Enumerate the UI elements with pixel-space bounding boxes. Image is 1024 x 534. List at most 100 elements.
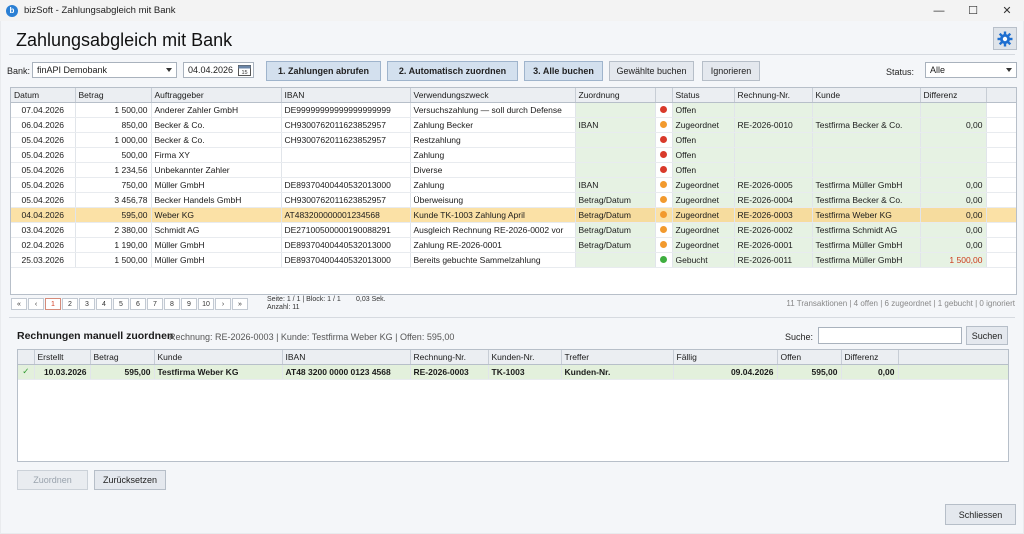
cell-auftraggeber: Becker & Co. [151, 117, 282, 133]
cell-betrag: 750,00 [75, 177, 152, 193]
cell-differenz [920, 132, 987, 148]
col-header-auftraggeber[interactable]: Auftraggeber [151, 88, 282, 103]
col-header-erstellt[interactable]: Erstellt [34, 350, 91, 365]
reset-button[interactable]: Zurücksetzen [94, 470, 166, 490]
transaction-row[interactable]: 05.04.2026 3 456,78 Becker Handels GmbH CH9… [11, 192, 1016, 208]
cell-kunde: Testfirma Müller GmbH [812, 237, 921, 253]
auto-assign-button[interactable]: 2. Automatisch zuordnen [387, 61, 518, 81]
col-header-iban[interactable]: IBAN [281, 88, 411, 103]
transaction-row[interactable]: 05.04.2026 750,00 Müller GmbH DE89370400440… [11, 177, 1016, 193]
transaction-row[interactable]: 25.03.2026 1 500,00 Müller GmbH DE893704004… [11, 252, 1016, 268]
assign-button[interactable]: Zuordnen [17, 470, 88, 490]
pager-button[interactable]: › [215, 298, 231, 310]
cell-betrag: 1 190,00 [75, 237, 152, 253]
date-value: 04.04.2026 [188, 65, 234, 75]
col-header-kundennr[interactable]: Kunden-Nr. [488, 350, 562, 365]
cell-filler [986, 222, 1016, 238]
cell-treffer: Kunden-Nr. [561, 364, 674, 380]
pager-button[interactable]: 7 [147, 298, 163, 310]
pager-button[interactable]: 5 [113, 298, 129, 310]
col-header-datum[interactable]: Datum [11, 88, 76, 103]
col-header-betrag[interactable]: Betrag [75, 88, 152, 103]
cell-betrag: 1 500,00 [75, 102, 152, 118]
cell-status-dot [655, 102, 673, 118]
cell-datum: 05.04.2026 [11, 132, 76, 148]
col-header-kunde[interactable]: Kunde [812, 88, 921, 103]
book-all-button[interactable]: 3. Alle buchen [524, 61, 603, 81]
col-header-faellig[interactable]: Fällig [673, 350, 778, 365]
pager-button[interactable]: 9 [181, 298, 197, 310]
col-header-differenz[interactable]: Differenz [841, 350, 899, 365]
cell-status-dot [655, 207, 673, 223]
cell-zuordnung [575, 102, 656, 118]
col-header-kunde[interactable]: Kunde [154, 350, 283, 365]
close-window-button[interactable]: ✕ [990, 0, 1024, 21]
cell-auftraggeber: Becker & Co. [151, 132, 282, 148]
cell-kunde: Testfirma Schmidt AG [812, 222, 921, 238]
cell-filler [986, 147, 1016, 163]
cell-status-dot [655, 147, 673, 163]
col-header-verwendungszweck[interactable]: Verwendungszweck [410, 88, 576, 103]
minimize-button[interactable]: — [922, 0, 956, 21]
search-button[interactable]: Suchen [966, 326, 1008, 345]
pager-button[interactable]: ‹ [28, 298, 44, 310]
cell-zuordnung: IBAN [575, 177, 656, 193]
col-header-status[interactable]: Status [672, 88, 735, 103]
invoice-row[interactable]: ✓ 10.03.2026 595,00 Testfirma Weber KG AT48 … [18, 364, 1008, 380]
cell-zuordnung [575, 147, 656, 163]
cell-status: Gebucht [672, 252, 735, 268]
maximize-button[interactable]: ☐ [956, 0, 990, 21]
transaction-row[interactable]: 04.04.2026 595,00 Weber KG AT48320000000123… [11, 207, 1016, 223]
col-header-iban[interactable]: IBAN [282, 350, 411, 365]
cell-status: Zugeordnet [672, 117, 735, 133]
transaction-row[interactable]: 03.04.2026 2 380,00 Schmidt AG DE2710050000… [11, 222, 1016, 238]
pager-button[interactable]: 4 [96, 298, 112, 310]
pager-button[interactable]: 8 [164, 298, 180, 310]
cell-auftraggeber: Firma XY [151, 147, 282, 163]
col-header-check[interactable] [18, 350, 35, 365]
pager-button[interactable]: 10 [198, 298, 214, 310]
cell-rechnung: RE-2026-0003 [734, 207, 813, 223]
transaction-row[interactable]: 05.04.2026 500,00 Firma XY Zahlung Offen [11, 147, 1016, 163]
pager-button[interactable]: » [232, 298, 248, 310]
pager-button[interactable]: 3 [79, 298, 95, 310]
col-header-offen[interactable]: Offen [777, 350, 842, 365]
cell-verwendungszweck: Zahlung [410, 177, 576, 193]
cell-filler [986, 192, 1016, 208]
bank-select[interactable]: finAPI Demobank [32, 62, 177, 78]
col-header-differenz[interactable]: Differenz [920, 88, 987, 103]
col-header-betrag[interactable]: Betrag [90, 350, 155, 365]
fetch-payments-button[interactable]: 1. Zahlungen abrufen [266, 61, 381, 81]
search-input[interactable] [818, 327, 962, 344]
col-header-status-dot[interactable] [655, 88, 673, 103]
transaction-row[interactable]: 05.04.2026 1 234,56 Unbekannter Zahler Dive… [11, 162, 1016, 178]
cell-differenz [920, 162, 987, 178]
manual-assign-info: Rechnung: RE-2026-0003 | Kunde: Testfirm… [169, 332, 455, 342]
cell-verwendungszweck: Bereits gebuchte Sammelzahlung [410, 252, 576, 268]
transaction-row[interactable]: 02.04.2026 1 190,00 Müller GmbH DE893704004… [11, 237, 1016, 253]
col-header-zuordnung[interactable]: Zuordnung [575, 88, 656, 103]
transaction-row[interactable]: 07.04.2026 1 500,00 Anderer Zahler GmbH DE9… [11, 102, 1016, 118]
book-selected-button[interactable]: Gewählte buchen [609, 61, 694, 81]
settings-button[interactable] [993, 27, 1017, 50]
check-icon: ✓ [18, 364, 35, 380]
cell-status: Zugeordnet [672, 237, 735, 253]
col-header-treffer[interactable]: Treffer [561, 350, 674, 365]
pager-button[interactable]: « [11, 298, 27, 310]
transaction-row[interactable]: 05.04.2026 1 000,00 Becker & Co. CH93007620… [11, 132, 1016, 148]
col-header-rechnung[interactable]: Rechnung-Nr. [734, 88, 813, 103]
date-field[interactable]: 04.04.2026 15 [183, 62, 254, 78]
transaction-row[interactable]: 06.04.2026 850,00 Becker & Co. CH9300762011… [11, 117, 1016, 133]
col-header-rechnung[interactable]: Rechnung-Nr. [410, 350, 489, 365]
calendar-icon[interactable]: 15 [238, 64, 251, 76]
cell-iban [281, 147, 411, 163]
cell-iban: CH9300762011623852957 [281, 117, 411, 133]
bank-select-value: finAPI Demobank [37, 65, 108, 75]
pager-button[interactable]: 6 [130, 298, 146, 310]
cell-verwendungszweck: Diverse [410, 162, 576, 178]
close-button[interactable]: Schliessen [945, 504, 1016, 525]
pager-button[interactable]: 1 [45, 298, 61, 310]
status-select[interactable]: Alle [925, 62, 1017, 78]
pager-button[interactable]: 2 [62, 298, 78, 310]
ignore-button[interactable]: Ignorieren [702, 61, 760, 81]
